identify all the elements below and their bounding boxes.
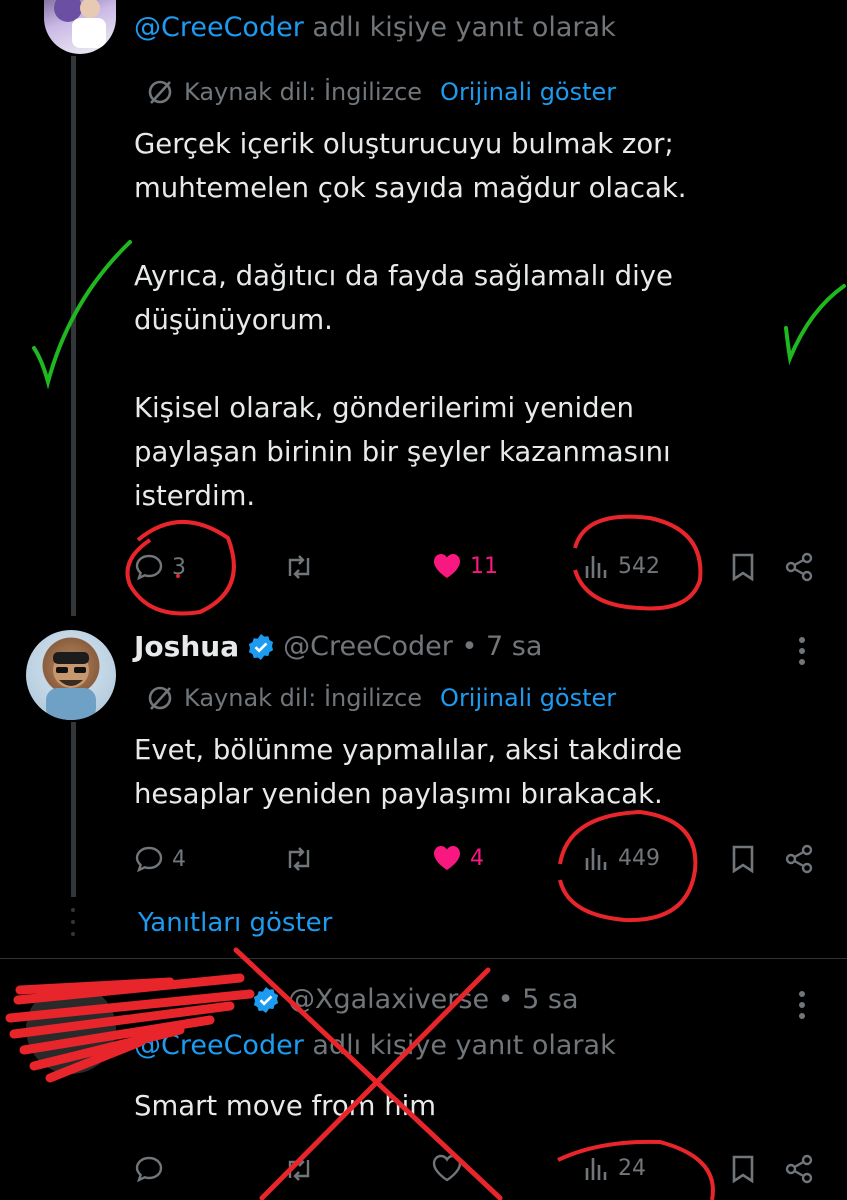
translate-icon <box>146 78 174 106</box>
share-button[interactable] <box>784 844 814 874</box>
translation-row: Kaynak dil: İngilizce Orijinali göster <box>146 78 616 106</box>
translation-label: Kaynak dil: İngilizce <box>184 684 423 712</box>
bookmark-button[interactable] <box>730 1154 756 1184</box>
views-count: 542 <box>618 553 660 579</box>
more-options-button[interactable] <box>796 636 808 666</box>
bookmark-button[interactable] <box>730 552 756 582</box>
more-icon <box>796 636 808 666</box>
author-row: Joshua @CreeCoder • 7 sa <box>134 630 542 663</box>
retweet-button[interactable] <box>282 1154 316 1184</box>
reply-count: 4 <box>172 846 186 872</box>
thread-line <box>71 722 76 897</box>
share-icon <box>784 1154 814 1184</box>
share-icon <box>784 844 814 874</box>
share-button[interactable] <box>784 552 814 582</box>
translate-icon <box>146 684 174 712</box>
views-button[interactable]: 542 <box>582 552 660 580</box>
translation-row: Kaynak dil: İngilizce Orijinali göster <box>146 684 616 712</box>
bookmark-button[interactable] <box>730 844 756 874</box>
like-button[interactable] <box>432 1154 462 1182</box>
reply-button[interactable]: 3 <box>134 552 186 582</box>
translation-label: Kaynak dil: İngilizce <box>184 78 423 106</box>
like-button[interactable]: 11 <box>432 552 498 580</box>
thread-line <box>71 56 76 616</box>
like-icon <box>432 552 462 580</box>
views-count: 24 <box>618 1155 646 1181</box>
retweet-icon <box>282 1154 316 1184</box>
views-button[interactable]: 449 <box>582 844 660 872</box>
reply-icon <box>134 1154 164 1184</box>
views-button[interactable]: 24 <box>582 1154 646 1182</box>
like-count: 11 <box>470 553 498 579</box>
show-replies-link[interactable]: Yanıtları göster <box>138 908 332 938</box>
avatar[interactable] <box>26 630 116 720</box>
thread-dots <box>71 908 75 944</box>
bookmark-icon <box>730 1154 756 1184</box>
verified-badge-icon <box>247 633 275 661</box>
reply-button[interactable] <box>134 1154 164 1184</box>
reply-to-line: @CreeCoder adlı kişiye yanıt olarak <box>134 1030 616 1061</box>
reply-icon <box>134 844 164 874</box>
reply-to-line: @CreeCoder adlı kişiye yanıt olarak <box>134 12 616 43</box>
reply-to-handle[interactable]: @CreeCoder <box>134 12 304 43</box>
show-original-link[interactable]: Orijinali göster <box>440 684 616 712</box>
divider <box>0 958 847 959</box>
views-icon <box>582 1154 610 1182</box>
retweet-icon <box>282 844 316 874</box>
bookmark-icon <box>730 844 756 874</box>
retweet-button[interactable] <box>282 844 316 874</box>
retweet-button[interactable] <box>282 552 316 582</box>
like-icon <box>432 1154 462 1182</box>
more-icon <box>796 990 808 1020</box>
avatar[interactable] <box>44 0 116 54</box>
green-checkmark <box>32 240 132 390</box>
like-button[interactable]: 4 <box>432 844 484 872</box>
tweet-text: Gerçek içerik oluşturucuyu bulmak zor; m… <box>134 128 687 512</box>
reply-to-handle[interactable]: @CreeCoder <box>134 1030 304 1061</box>
verified-badge-icon <box>252 986 280 1014</box>
share-icon <box>784 552 814 582</box>
reply-icon <box>134 552 164 582</box>
show-original-link[interactable]: Orijinali göster <box>440 78 616 106</box>
reply-count: 3 <box>172 554 186 580</box>
share-button[interactable] <box>784 1154 814 1184</box>
like-count: 4 <box>470 845 484 871</box>
reply-to-suffix: adlı kişiye yanıt olarak <box>312 12 616 43</box>
author-row: @Xgalaxiverse • 5 sa <box>134 984 579 1015</box>
retweet-icon <box>282 552 316 582</box>
views-icon <box>582 552 610 580</box>
views-icon <box>582 844 610 872</box>
reply-button[interactable]: 4 <box>134 844 186 874</box>
author-name[interactable]: Joshua <box>134 630 239 663</box>
tweet-text: Evet, bölünme yapmalılar, aksi takdirde … <box>134 734 683 810</box>
more-options-button[interactable] <box>796 990 808 1020</box>
tweet-text: Smart move from him <box>134 1090 437 1122</box>
like-icon <box>432 844 462 872</box>
author-meta: @Xgalaxiverse • 5 sa <box>288 984 579 1015</box>
avatar[interactable] <box>26 984 116 1074</box>
bookmark-icon <box>730 552 756 582</box>
reply-to-suffix: adlı kişiye yanıt olarak <box>312 1030 616 1061</box>
views-count: 449 <box>618 845 660 871</box>
author-meta: @CreeCoder • 7 sa <box>283 631 543 662</box>
green-checkmark <box>784 284 846 366</box>
